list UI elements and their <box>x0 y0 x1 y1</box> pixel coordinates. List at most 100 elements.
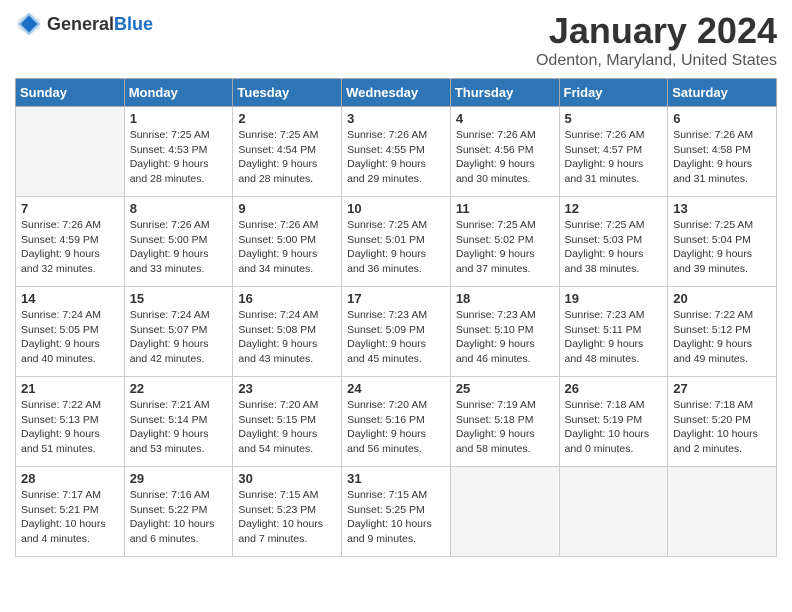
day-number: 10 <box>347 201 445 216</box>
calendar-cell: 30Sunrise: 7:15 AMSunset: 5:23 PMDayligh… <box>233 467 342 557</box>
calendar-cell <box>559 467 668 557</box>
sunrise-text: Sunrise: 7:20 AM <box>347 398 445 413</box>
daylight-hours: Daylight: 9 hours <box>21 247 119 262</box>
daylight-hours: Daylight: 9 hours <box>673 247 771 262</box>
daylight-minutes: and 28 minutes. <box>238 172 336 187</box>
calendar-cell: 26Sunrise: 7:18 AMSunset: 5:19 PMDayligh… <box>559 377 668 467</box>
daylight-minutes: and 32 minutes. <box>21 262 119 277</box>
daylight-hours: Daylight: 10 hours <box>130 517 228 532</box>
daylight-minutes: and 2 minutes. <box>673 442 771 457</box>
calendar-cell: 21Sunrise: 7:22 AMSunset: 5:13 PMDayligh… <box>16 377 125 467</box>
calendar-cell: 4Sunrise: 7:26 AMSunset: 4:56 PMDaylight… <box>450 107 559 197</box>
sunset-text: Sunset: 5:04 PM <box>673 233 771 248</box>
sunrise-text: Sunrise: 7:23 AM <box>347 308 445 323</box>
day-number: 1 <box>130 111 228 126</box>
day-number: 5 <box>565 111 663 126</box>
sunrise-text: Sunrise: 7:26 AM <box>456 128 554 143</box>
daylight-minutes: and 28 minutes. <box>130 172 228 187</box>
calendar-cell: 10Sunrise: 7:25 AMSunset: 5:01 PMDayligh… <box>342 197 451 287</box>
header-saturday: Saturday <box>668 79 777 107</box>
calendar-cell: 6Sunrise: 7:26 AMSunset: 4:58 PMDaylight… <box>668 107 777 197</box>
page-header: GeneralBlue January 2024 Odenton, Maryla… <box>15 10 777 70</box>
daylight-minutes: and 40 minutes. <box>21 352 119 367</box>
daylight-hours: Daylight: 9 hours <box>21 337 119 352</box>
day-number: 26 <box>565 381 663 396</box>
day-number: 3 <box>347 111 445 126</box>
daylight-minutes: and 49 minutes. <box>673 352 771 367</box>
sunset-text: Sunset: 5:19 PM <box>565 413 663 428</box>
sunrise-text: Sunrise: 7:20 AM <box>238 398 336 413</box>
day-info: Sunrise: 7:22 AMSunset: 5:13 PMDaylight:… <box>21 398 119 457</box>
day-number: 24 <box>347 381 445 396</box>
sunset-text: Sunset: 4:56 PM <box>456 143 554 158</box>
daylight-hours: Daylight: 10 hours <box>673 427 771 442</box>
daylight-hours: Daylight: 9 hours <box>130 337 228 352</box>
sunset-text: Sunset: 5:01 PM <box>347 233 445 248</box>
sunrise-text: Sunrise: 7:24 AM <box>130 308 228 323</box>
daylight-minutes: and 43 minutes. <box>238 352 336 367</box>
day-number: 7 <box>21 201 119 216</box>
sunrise-text: Sunrise: 7:25 AM <box>673 218 771 233</box>
day-number: 29 <box>130 471 228 486</box>
daylight-minutes: and 39 minutes. <box>673 262 771 277</box>
sunrise-text: Sunrise: 7:26 AM <box>565 128 663 143</box>
sunset-text: Sunset: 5:18 PM <box>456 413 554 428</box>
sunrise-text: Sunrise: 7:23 AM <box>565 308 663 323</box>
day-info: Sunrise: 7:25 AMSunset: 5:02 PMDaylight:… <box>456 218 554 277</box>
day-number: 16 <box>238 291 336 306</box>
daylight-hours: Daylight: 9 hours <box>238 337 336 352</box>
daylight-minutes: and 31 minutes. <box>673 172 771 187</box>
daylight-hours: Daylight: 9 hours <box>238 427 336 442</box>
sunset-text: Sunset: 5:05 PM <box>21 323 119 338</box>
sunrise-text: Sunrise: 7:22 AM <box>21 398 119 413</box>
day-number: 8 <box>130 201 228 216</box>
day-number: 17 <box>347 291 445 306</box>
sunrise-text: Sunrise: 7:15 AM <box>238 488 336 503</box>
day-number: 13 <box>673 201 771 216</box>
daylight-minutes: and 36 minutes. <box>347 262 445 277</box>
sunset-text: Sunset: 5:15 PM <box>238 413 336 428</box>
daylight-minutes: and 56 minutes. <box>347 442 445 457</box>
calendar-week-4: 21Sunrise: 7:22 AMSunset: 5:13 PMDayligh… <box>16 377 777 467</box>
sunset-text: Sunset: 4:57 PM <box>565 143 663 158</box>
calendar-cell: 24Sunrise: 7:20 AMSunset: 5:16 PMDayligh… <box>342 377 451 467</box>
sunset-text: Sunset: 5:23 PM <box>238 503 336 518</box>
sunrise-text: Sunrise: 7:26 AM <box>673 128 771 143</box>
day-number: 25 <box>456 381 554 396</box>
calendar-cell: 25Sunrise: 7:19 AMSunset: 5:18 PMDayligh… <box>450 377 559 467</box>
day-info: Sunrise: 7:17 AMSunset: 5:21 PMDaylight:… <box>21 488 119 547</box>
daylight-hours: Daylight: 9 hours <box>565 157 663 172</box>
sunrise-text: Sunrise: 7:25 AM <box>456 218 554 233</box>
sunset-text: Sunset: 5:10 PM <box>456 323 554 338</box>
calendar-cell <box>450 467 559 557</box>
sunrise-text: Sunrise: 7:26 AM <box>347 128 445 143</box>
day-info: Sunrise: 7:26 AMSunset: 4:57 PMDaylight:… <box>565 128 663 187</box>
sunset-text: Sunset: 5:22 PM <box>130 503 228 518</box>
daylight-hours: Daylight: 9 hours <box>347 337 445 352</box>
day-number: 6 <box>673 111 771 126</box>
daylight-hours: Daylight: 9 hours <box>673 337 771 352</box>
sunset-text: Sunset: 4:55 PM <box>347 143 445 158</box>
calendar-cell: 14Sunrise: 7:24 AMSunset: 5:05 PMDayligh… <box>16 287 125 377</box>
day-info: Sunrise: 7:26 AMSunset: 4:55 PMDaylight:… <box>347 128 445 187</box>
calendar-cell: 5 Sunrise: 7:26 AMSunset: 4:57 PMDaylight… <box>559 107 668 197</box>
daylight-hours: Daylight: 9 hours <box>130 157 228 172</box>
header-wednesday: Wednesday <box>342 79 451 107</box>
sunset-text: Sunset: 5:09 PM <box>347 323 445 338</box>
day-number: 18 <box>456 291 554 306</box>
calendar-cell: 7Sunrise: 7:26 AMSunset: 4:59 PMDaylight… <box>16 197 125 287</box>
sunset-text: Sunset: 5:00 PM <box>238 233 336 248</box>
day-info: Sunrise: 7:26 AMSunset: 5:00 PMDaylight:… <box>130 218 228 277</box>
calendar-table: SundayMondayTuesdayWednesdayThursdayFrid… <box>15 78 777 557</box>
sunset-text: Sunset: 5:07 PM <box>130 323 228 338</box>
day-info: Sunrise: 7:15 AMSunset: 5:25 PMDaylight:… <box>347 488 445 547</box>
calendar-cell: 3 Sunrise: 7:26 AMSunset: 4:55 PMDaylight… <box>342 107 451 197</box>
day-number: 27 <box>673 381 771 396</box>
daylight-hours: Daylight: 9 hours <box>565 337 663 352</box>
daylight-hours: Daylight: 9 hours <box>347 157 445 172</box>
day-info: Sunrise: 7:26 AMSunset: 5:00 PMDaylight:… <box>238 218 336 277</box>
day-info: Sunrise: 7:23 AMSunset: 5:11 PMDaylight:… <box>565 308 663 367</box>
daylight-minutes: and 54 minutes. <box>238 442 336 457</box>
day-number: 11 <box>456 201 554 216</box>
calendar-cell: 19Sunrise: 7:23 AMSunset: 5:11 PMDayligh… <box>559 287 668 377</box>
